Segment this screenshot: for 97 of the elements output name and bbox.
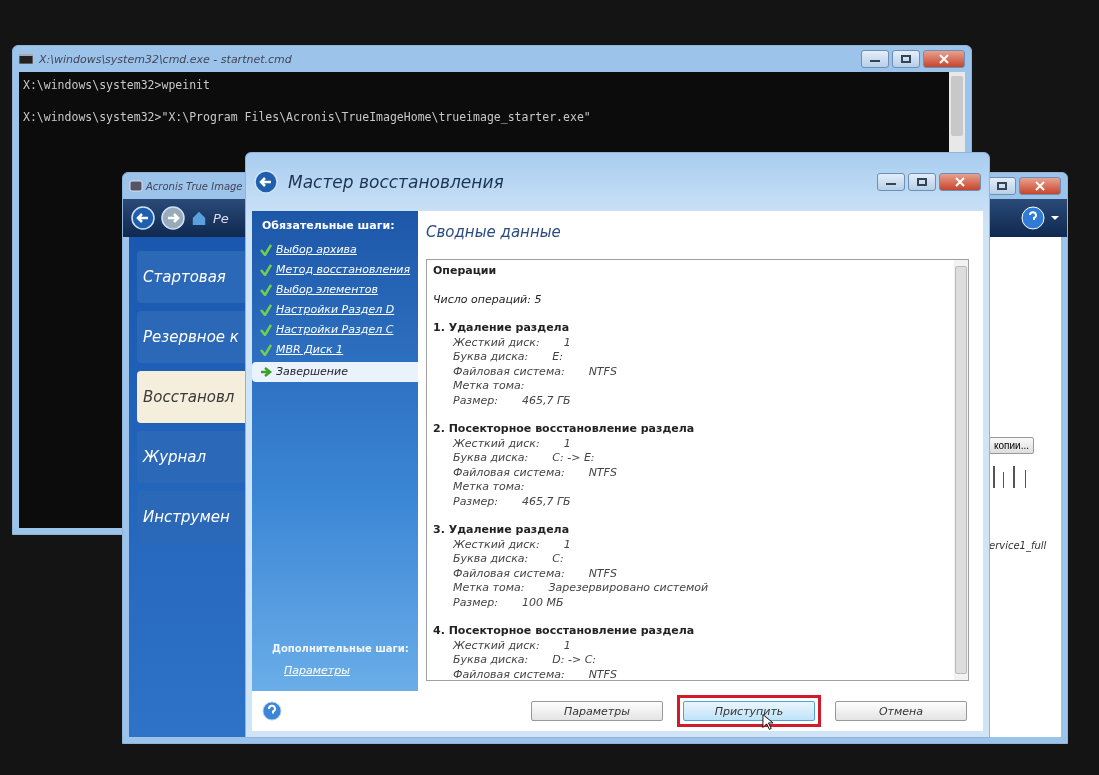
close-icon (1035, 181, 1045, 191)
field-label: Файловая система: (453, 465, 565, 480)
file-name: ervice1_full (989, 540, 1047, 551)
nav-item[interactable]: Инструмен (137, 491, 246, 543)
close-icon (939, 54, 949, 64)
field-label: Файловая система: (453, 667, 565, 680)
toolbar-label: Ре (213, 210, 229, 226)
field-label: Файловая система: (453, 566, 565, 581)
operation-title: 4. Посекторное восстановление раздела (433, 624, 696, 639)
steps-heading: Обязательные шаги: (261, 218, 396, 234)
check-icon (260, 243, 272, 256)
nav-item[interactable]: Резервное к (137, 311, 246, 363)
close-button[interactable] (923, 50, 965, 68)
section-title: Сводные данные (426, 223, 562, 241)
operation-title: 2. Посекторное восстановление раздела (433, 422, 696, 437)
dialog-button[interactable]: Параметры (531, 701, 663, 721)
back-icon[interactable] (254, 170, 278, 194)
field-label: Размер: (453, 393, 498, 408)
arrow-icon (260, 365, 272, 378)
check-icon (260, 323, 272, 336)
step-link[interactable]: Выбор элементов (252, 280, 418, 300)
step-link[interactable]: Метод восстановления (252, 260, 418, 280)
step-link[interactable]: Настройки Раздел C (252, 320, 418, 340)
field-value: 465,7 ГБ (522, 494, 571, 509)
field-label: Метка тома: (453, 379, 525, 394)
step-link[interactable]: Настройки Раздел D (252, 300, 418, 320)
field-label: Буква диска: (453, 451, 529, 466)
field-value: C: (552, 552, 564, 567)
help-icon (1021, 206, 1045, 230)
help-icon (262, 701, 282, 721)
field-value: 1 (563, 638, 571, 653)
nav-item[interactable]: Стартовая (137, 251, 246, 303)
dialog-button[interactable]: Отмена (835, 701, 967, 721)
field-value: NTFS (588, 364, 617, 379)
field-value: C: -> E: (552, 451, 595, 466)
field-value: E: (552, 350, 563, 365)
console-line: X:\windows\system32>"X:\Program Files\Acronis\TrueImageHome\trueimage_starter.exe" (23, 110, 592, 124)
operation-title: 3. Удаление раздела (433, 523, 571, 538)
home-icon (191, 210, 207, 226)
console-line: X:\windows\system32>wpeinit (23, 78, 211, 92)
maximize-icon (917, 178, 927, 186)
field-value: 1 (563, 537, 571, 552)
window-title: X:\windows\system32\cmd.exe - startnet.cmd (39, 52, 292, 66)
field-value: 1 (563, 335, 571, 350)
nav-item[interactable]: Журнал (137, 431, 246, 483)
check-icon (260, 303, 272, 316)
field-value: NTFS (588, 566, 617, 581)
minimize-button[interactable] (877, 173, 905, 191)
field-value: 100 МБ (522, 595, 564, 610)
field-label: Метка тома: (453, 480, 525, 495)
close-button[interactable] (1019, 177, 1061, 195)
field-value: 1 (563, 436, 571, 451)
field-label: Буква диска: (453, 350, 529, 365)
app-icon (129, 179, 143, 193)
field-value: 465,7 ГБ (522, 393, 571, 408)
field-label: Размер: (453, 595, 498, 610)
step-link[interactable]: MBR Диск 1 (252, 340, 418, 360)
close-icon (955, 177, 965, 187)
back-icon[interactable] (131, 206, 155, 230)
console-icon (19, 54, 33, 64)
scrollbar[interactable] (954, 260, 968, 680)
close-button[interactable] (939, 173, 981, 191)
nav-item[interactable]: Восстановл (137, 371, 246, 423)
field-label: Жесткий диск: (453, 436, 540, 451)
caret-icon (1051, 216, 1059, 220)
field-label: Буква диска: (453, 653, 529, 668)
maximize-button[interactable] (908, 173, 936, 191)
field-value: D: -> C: (552, 653, 597, 668)
field-label: Размер: (453, 494, 498, 509)
maximize-button[interactable] (988, 177, 1016, 195)
field-label: Файловая система: (453, 364, 565, 379)
maximize-button[interactable] (892, 50, 920, 68)
field-label: Метка тома: (453, 581, 525, 596)
minimize-button[interactable] (861, 50, 889, 68)
check-icon (260, 263, 272, 276)
forward-icon[interactable] (161, 206, 185, 230)
field-value: Зарезервировано системой (548, 581, 709, 596)
summary-heading: Операции (433, 264, 498, 279)
steps-heading: Дополнительные шаги: (272, 643, 410, 654)
dialog-button[interactable]: Приступить (683, 701, 815, 721)
step-link[interactable]: Выбор архива (252, 240, 418, 260)
window-title: Мастер восстановления (288, 172, 504, 192)
check-icon (260, 343, 272, 356)
operation-title: 1. Удаление раздела (433, 321, 571, 336)
maximize-icon (901, 55, 911, 63)
check-icon (260, 283, 272, 296)
field-value: NTFS (588, 465, 617, 480)
current-step[interactable]: Завершение (252, 362, 418, 382)
field-label: Жесткий диск: (453, 537, 540, 552)
maximize-icon (997, 182, 1007, 190)
backup-button[interactable]: копии... (989, 437, 1034, 454)
field-value: NTFS (588, 667, 617, 680)
field-label: Жесткий диск: (453, 335, 540, 350)
field-label: Буква диска: (453, 552, 529, 567)
window-title: Acronis True Image (146, 180, 243, 192)
operation-count: Число операций: 5 (433, 292, 543, 307)
field-label: Жесткий диск: (453, 638, 540, 653)
